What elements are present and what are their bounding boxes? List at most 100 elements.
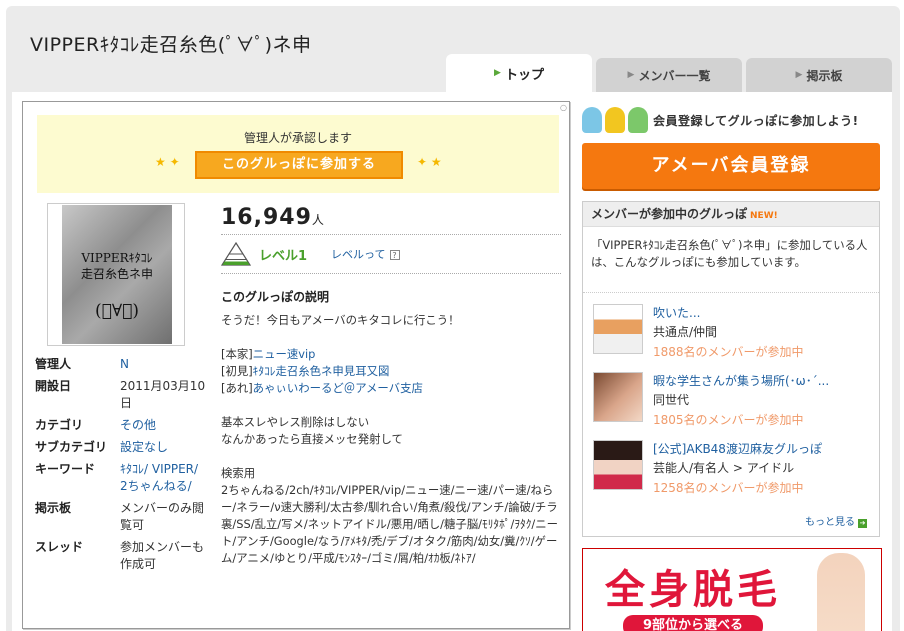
tab-label: トップ [504, 67, 544, 83]
divider [221, 234, 561, 235]
info-row-admin: 管理人 N [35, 356, 210, 373]
ad-model-image [817, 553, 865, 631]
avatar-face: (ﾟ∀ﾟ) [95, 301, 139, 321]
group-main-panel: ○ 管理人が承認します ★ ✦ このグルっぽに参加する ✦ ★ VIPPERｷﾀ… [22, 101, 570, 629]
ad-subtitle: 9部位から選べる [623, 615, 763, 631]
description-line: そうだ！今日もアメーバのキタコレに行こう！ [221, 313, 460, 327]
help-icon: ? [389, 250, 400, 260]
info-key: 掲示板 [35, 501, 72, 515]
info-value: メンバーのみ閲覧可 [120, 501, 205, 532]
level-label: レベル1 [259, 248, 308, 264]
level-pyramid-icon [221, 242, 251, 266]
keyword-links[interactable]: ｷﾀｺﾚ/ VIPPER/ 2ちゃんねる/ [120, 461, 208, 495]
more-link[interactable]: もっと見る ➔ [805, 513, 867, 528]
join-group-button[interactable]: このグルっぽに参加する [195, 151, 403, 179]
group-member-count: 1805名のメンバーが参加中 [653, 413, 804, 427]
tab-arrow-icon: ▶ [494, 68, 501, 78]
group-member-count: 1258名のメンバーが参加中 [653, 481, 804, 495]
list-item[interactable]: 吹いた... 共通点/仲間 1888名のメンバーが参加中 [593, 304, 873, 364]
info-row-keywords: キーワード ｷﾀｺﾚ/ VIPPER/ 2ちゃんねる/ [35, 461, 210, 495]
star-icon: ✦ ★ [417, 155, 442, 169]
tab-members[interactable]: ▶ メンバー一覧 [596, 58, 742, 92]
group-details: 16,949人 レベル1 レベルって? このグルっぽの説明 そうだ！今日もアメー… [221, 205, 561, 567]
info-row-thread: スレッド 参加メンバーも作成可 [35, 539, 210, 573]
info-key: サブカテゴリ [35, 440, 108, 454]
group-thumbnail [593, 304, 643, 354]
related-groups-title: メンバーが参加中のグルっぽ [591, 207, 748, 221]
avatar-image: VIPPERｷﾀｺﾚ 走召糸色ネ申 (ﾟ∀ﾟ) [62, 205, 172, 344]
info-key: キーワード [35, 462, 96, 476]
info-row-subcategory: サブカテゴリ 設定なし [35, 439, 210, 456]
corner-icon: ○ [560, 103, 567, 112]
divider [221, 273, 561, 274]
rule-line: 基本スレやレス削除はしない [221, 415, 370, 429]
group-info-table: 管理人 N 開設日 2011月03月10日 カテゴリ その他 サブカテゴリ 設定… [35, 356, 210, 578]
related-groups-box: メンバーが参加中のグルっぽ NEW! 「VIPPERｷﾀｺﾚ走召糸色(ﾟ∀ﾟ)ネ申… [582, 201, 880, 537]
avatar-text-line1: VIPPERｷﾀｺﾚ [81, 251, 153, 265]
shoken-line: [初見]ｷﾀｺﾚ走召糸色ネ申見耳又図 [221, 363, 561, 380]
mascot-yellow-icon [605, 107, 625, 133]
tab-board[interactable]: ▶ 掲示板 [746, 58, 892, 92]
tab-bar: ▶ トップ ▶ メンバー一覧 ▶ 掲示板 [446, 54, 896, 92]
approval-text: 管理人が承認します [243, 131, 352, 145]
new-badge: NEW! [750, 211, 778, 221]
info-row-board: 掲示板 メンバーのみ閲覧可 [35, 500, 210, 534]
info-key: カテゴリ [35, 418, 84, 432]
member-count-value: 16,949 [221, 205, 312, 230]
info-value: 2011月03月10日 [120, 379, 206, 410]
group-common: 同世代 [653, 393, 690, 407]
related-groups-header: メンバーが参加中のグルっぽ NEW! [583, 202, 879, 227]
subcategory-link[interactable]: 設定なし [120, 439, 208, 456]
admin-link[interactable]: N [120, 356, 208, 373]
signup-promo-text: 会員登録してグルっぽに参加しよう! [653, 113, 859, 128]
more-link-label: もっと見る [805, 517, 855, 528]
info-row-category: カテゴリ その他 [35, 417, 210, 434]
are-line: [あれ]あゃぃいわーるど＠アメーバ支店 [221, 380, 561, 397]
group-avatar: VIPPERｷﾀｺﾚ 走召糸色ネ申 (ﾟ∀ﾟ) [47, 203, 185, 346]
star-icon: ★ ✦ [155, 155, 180, 169]
list-item[interactable]: [公式]AKB48渡辺麻友グルっぽ 芸能人/有名人 > アイドル 1258名のメ… [593, 440, 873, 500]
ameba-register-button[interactable]: アメーバ会員登録 [582, 143, 880, 189]
ad-banner[interactable]: 全身脱毛 9部位から選べる [582, 548, 882, 631]
arrow-right-icon: ➔ [858, 519, 867, 528]
link-prefix: [あれ] [221, 381, 253, 395]
join-banner: 管理人が承認します ★ ✦ このグルっぽに参加する ✦ ★ [37, 115, 559, 193]
info-key: スレッド [35, 540, 84, 554]
member-count-unit: 人 [311, 213, 325, 227]
search-label: 検索用 [221, 466, 256, 480]
info-value: 参加メンバーも作成可 [120, 540, 205, 571]
description-title: このグルっぽの説明 [221, 290, 330, 304]
link-prefix: [初見] [221, 364, 253, 378]
search-keywords: 2ちゃんねる/2ch/ｷﾀｺﾚ/VIPPER/vip/ニュー速/ニー速/パー速/… [221, 483, 559, 565]
list-item[interactable]: 暇な学生さんが集う場所(･ω･´... 同世代 1805名のメンバーが参加中 [593, 372, 873, 432]
group-member-count: 1888名のメンバーが参加中 [653, 345, 804, 359]
info-key: 管理人 [35, 357, 72, 371]
tab-top[interactable]: ▶ トップ [446, 54, 592, 92]
shoken-link[interactable]: ｷﾀｺﾚ走召糸色ネ申見耳又図 [253, 364, 390, 378]
group-thumbnail [593, 372, 643, 422]
tab-arrow-icon: ▶ [795, 70, 803, 80]
group-common: 芸能人/有名人 > アイドル [653, 461, 795, 475]
sidebar: 会員登録してグルっぽに参加しよう! アメーバ会員登録 メンバーが参加中のグルっぽ… [582, 103, 882, 537]
tab-arrow-icon: ▶ [627, 70, 635, 80]
group-title-link[interactable]: 暇な学生さんが集う場所(･ω･´... [653, 372, 829, 389]
mascot-green-icon [628, 107, 648, 133]
rule-line: なんかあったら直接メッセ発射して [221, 432, 403, 446]
tab-label: メンバー一覧 [638, 68, 711, 83]
group-title-link[interactable]: 吹いた... [653, 304, 700, 321]
info-key: 開設日 [35, 379, 72, 393]
ad-title: 全身脱毛 [605, 566, 781, 613]
honke-line: [本家]ニュー速vip [221, 346, 561, 363]
member-count: 16,949人 [221, 205, 561, 230]
group-description: そうだ！今日もアメーバのキタコレに行こう！ [本家]ニュー速vip [初見]ｷﾀ… [221, 312, 561, 567]
tab-label: 掲示板 [806, 68, 843, 83]
level-help-link[interactable]: レベルって? [331, 246, 400, 262]
are-link[interactable]: あゃぃいわーるど＠アメーバ支店 [253, 381, 423, 395]
category-link[interactable]: その他 [120, 417, 208, 434]
link-prefix: [本家] [221, 347, 253, 361]
info-row-opened: 開設日 2011月03月10日 [35, 378, 210, 412]
level-help-text: レベルって [331, 248, 386, 261]
level-row: レベル1 レベルって? [221, 239, 561, 269]
honke-link[interactable]: ニュー速vip [253, 347, 316, 361]
group-title-link[interactable]: [公式]AKB48渡辺麻友グルっぽ [653, 440, 822, 457]
